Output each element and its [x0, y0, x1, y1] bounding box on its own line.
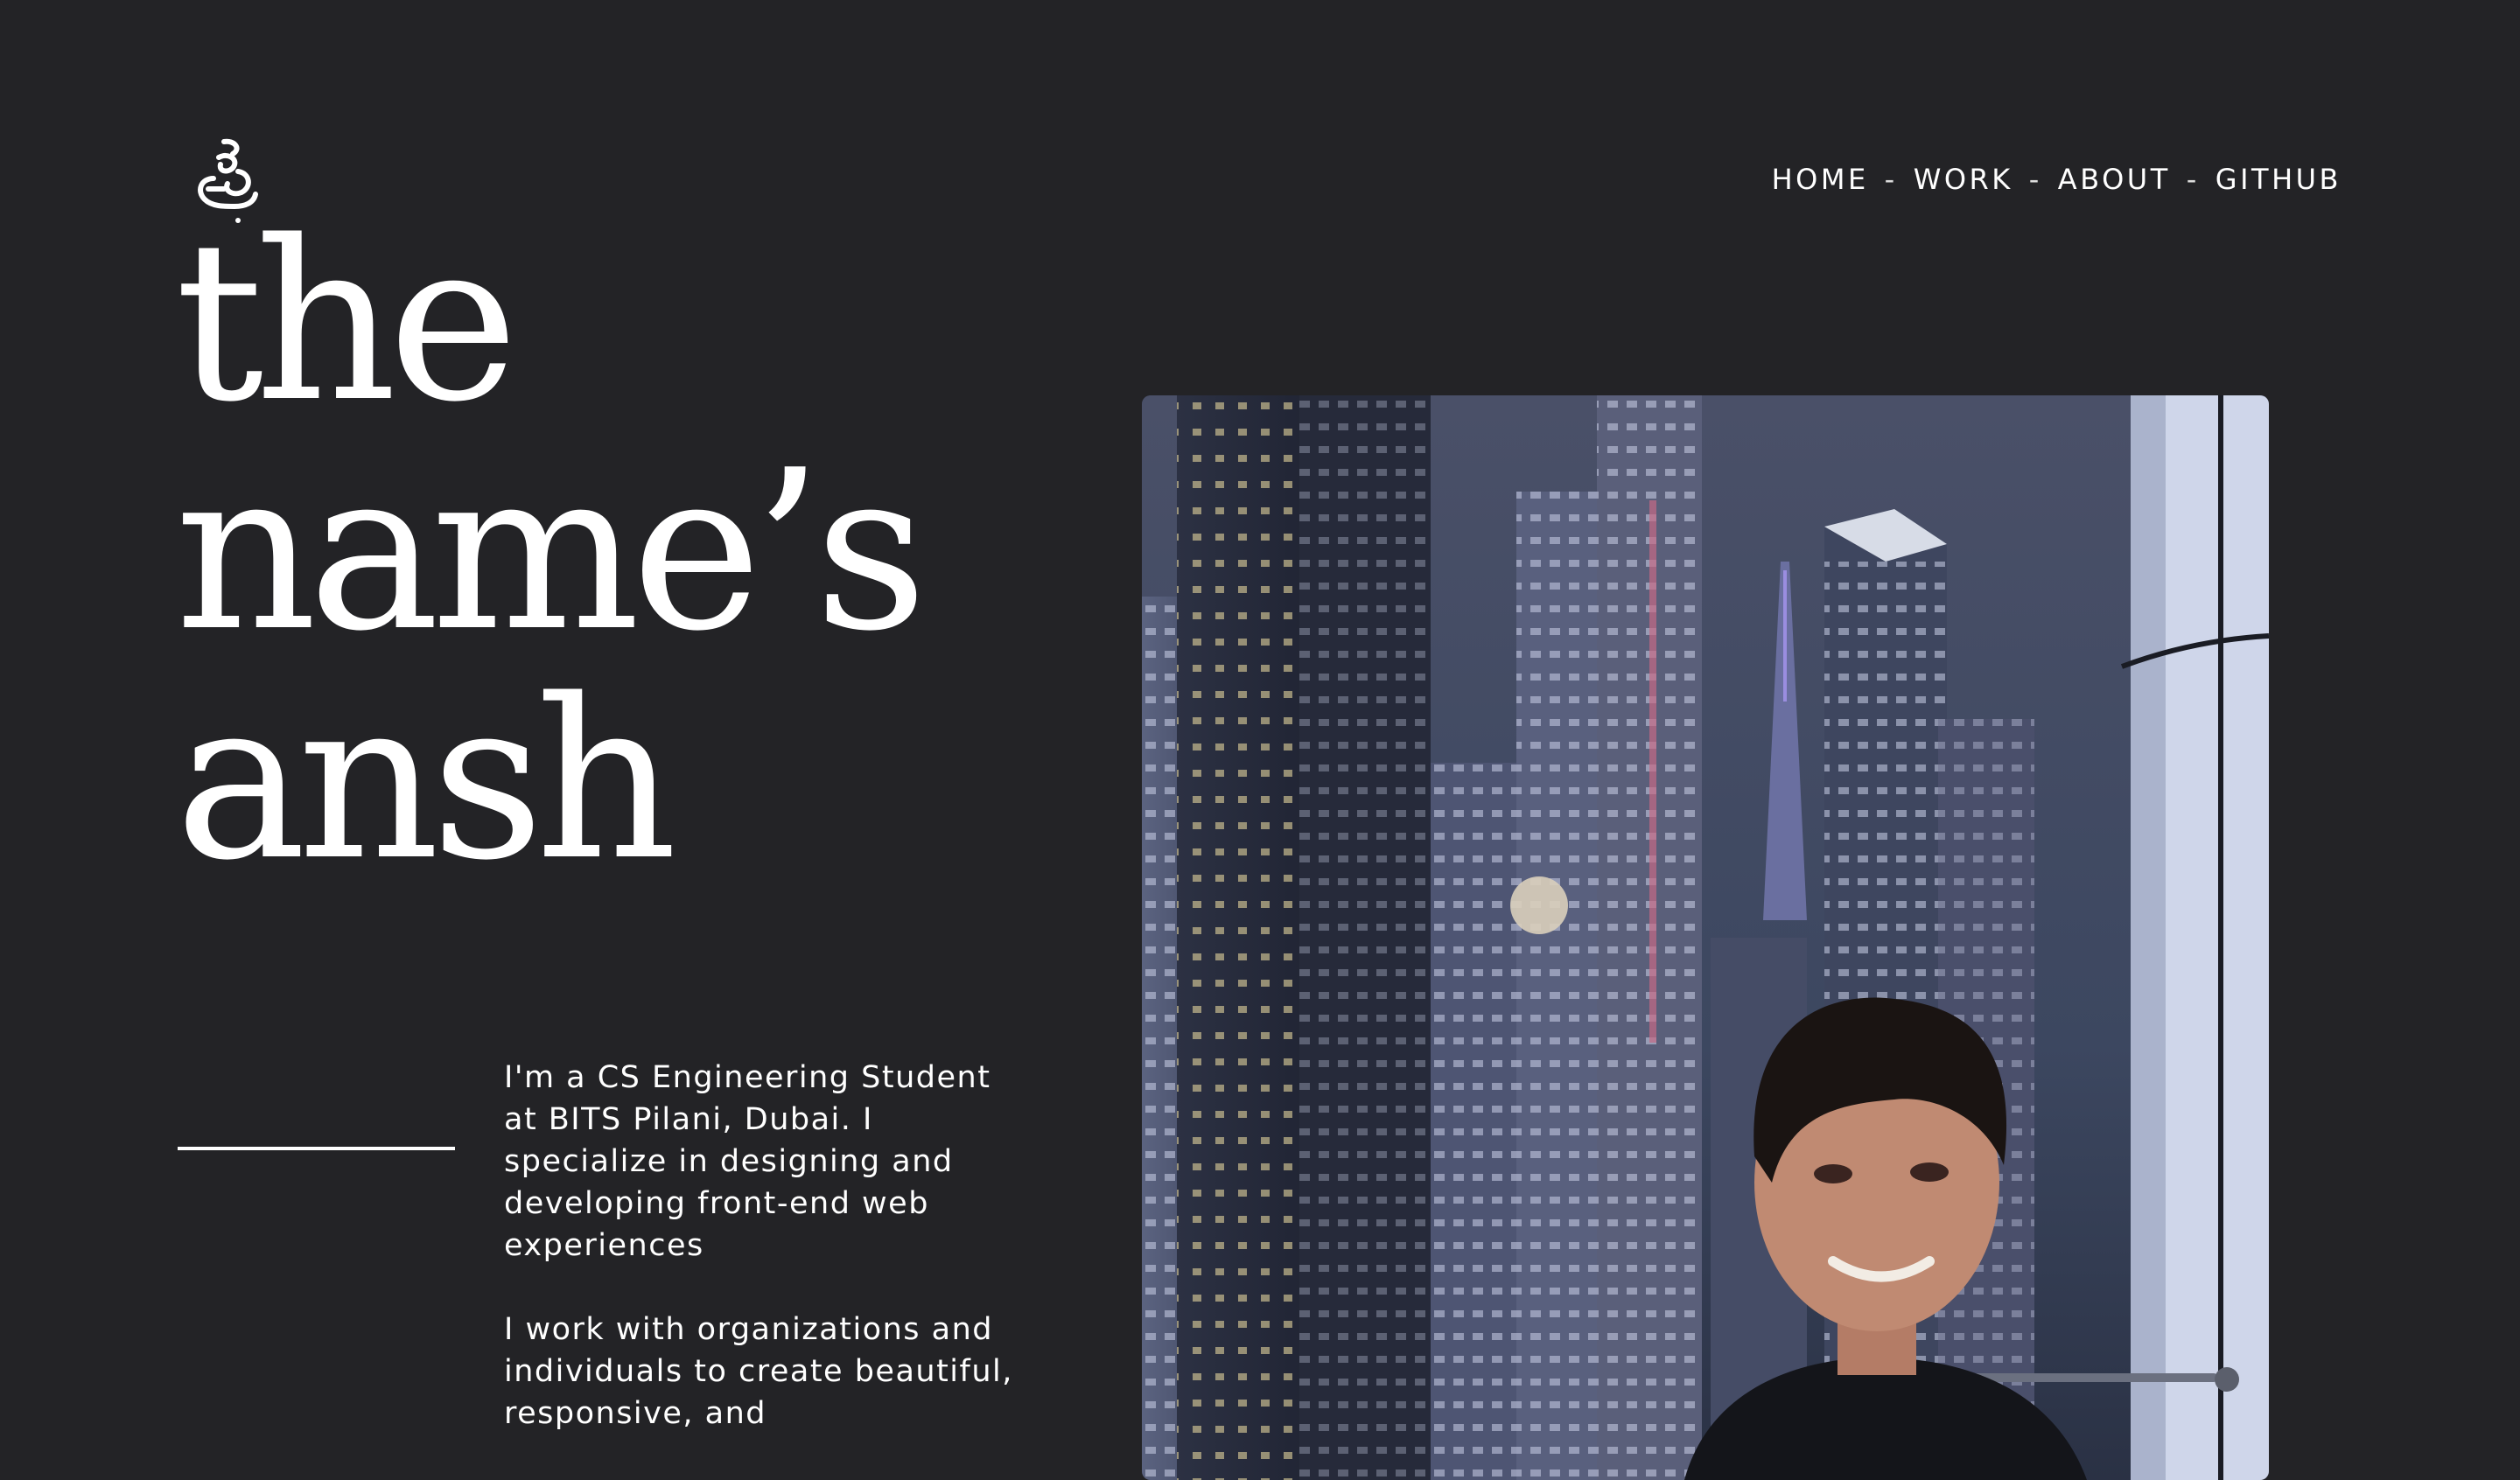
nav-separator: -: [1884, 163, 1898, 196]
bio-text: I'm a CS Engineering Student at BITS Pil…: [504, 1057, 1020, 1477]
cursor-dot-icon: [1510, 876, 1568, 934]
nav-separator: -: [2186, 163, 2200, 196]
nav-home-link[interactable]: HOME: [1772, 163, 1869, 196]
nav-separator: -: [2028, 163, 2042, 196]
bio-paragraph: I work with organizations and individual…: [504, 1312, 1013, 1431]
hero-title: the name’s ansh: [175, 194, 928, 909]
nav-github-link[interactable]: GITHUB: [2216, 163, 2342, 196]
profile-photo: [1142, 395, 2269, 1480]
hero-line-ansh: ansh: [175, 653, 677, 909]
hero-line-the: the: [175, 194, 519, 450]
top-nav: HOME - WORK - ABOUT - GITHUB: [1772, 163, 2342, 196]
nav-work-link[interactable]: WORK: [1914, 163, 2013, 196]
divider-line: [178, 1147, 455, 1150]
hero-line-names: name’s: [175, 423, 928, 680]
bio-paragraph: I'm a CS Engineering Student at BITS Pil…: [504, 1060, 991, 1263]
nav-about-link[interactable]: ABOUT: [2058, 163, 2171, 196]
